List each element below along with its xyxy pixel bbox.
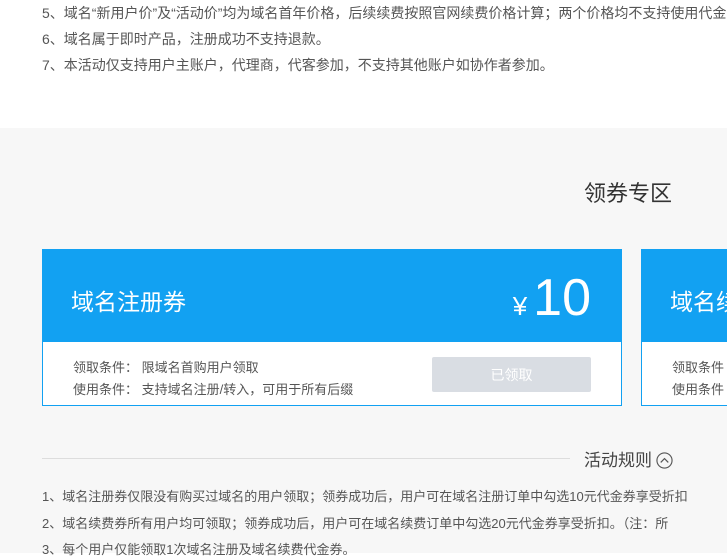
activity-rule-item-2: 2、域名续费券所有用户均可领取；领券成功后，用户可在域名续费订单中勾选20元代金… [42, 516, 669, 531]
coupon-card-header: 域名续 [642, 250, 727, 347]
coupon-value: 10 [533, 269, 591, 327]
domain-renewal-coupon-card: 域名续 领取条件 使用条件 [641, 249, 727, 406]
activity-rules-label: 活动规则 [584, 451, 652, 470]
coupon-title: 域名续 [670, 289, 727, 315]
divider [42, 458, 570, 459]
activity-rules-toggle[interactable]: 活动规则 [584, 446, 673, 471]
rule-item-7: 7、本活动仅支持用户主账户，代理商，代客参加，不支持其他账户如协作者参加。 [42, 57, 554, 73]
activity-rule-item-1: 1、域名注册券仅限没有购买过域名的用户领取；领券成功后，用户可在域名注册订单中勾… [42, 489, 688, 504]
claimed-button[interactable]: 已领取 [432, 357, 591, 392]
coupon-title: 域名注册券 [71, 289, 186, 315]
use-condition: 使用条件： 支持域名注册/转入，可用于所有后缀 [73, 382, 354, 397]
chevron-up-circle-icon [656, 452, 673, 469]
top-rules-section: 5、域名“新用户价”及“活动价”均为域名首年价格，后续续费按照官网续费价格计算；… [0, 0, 727, 128]
rule-item-5: 5、域名“新用户价”及“活动价”均为域名首年价格，后续续费按照官网续费价格计算；… [42, 5, 727, 21]
rule-item-6: 6、域名属于即时产品，注册成功不支持退款。 [42, 31, 330, 47]
coupon-card-header: 域名注册券 ¥10 [43, 250, 621, 347]
claim-condition: 领取条件 [672, 360, 725, 375]
coupon-amount: ¥10 [513, 268, 591, 328]
domain-registration-coupon-card: 域名注册券 ¥10 领取条件： 限域名首购用户领取 使用条件： 支持域名注册/转… [42, 249, 622, 406]
use-condition: 使用条件 [672, 382, 725, 397]
coupon-zone-title: 领券专区 [584, 181, 673, 206]
claim-condition: 领取条件： 限域名首购用户领取 [73, 360, 259, 375]
activity-rules-header: 活动规则 [42, 446, 727, 470]
activity-rule-item-3: 3、每个用户仅能领取1次域名注册及域名续费代金券。 [42, 542, 356, 557]
currency-symbol: ¥ [512, 291, 528, 321]
coupon-zone: 领券专区 域名注册券 ¥10 领取条件： 限域名首购用户领取 使用条件： 支持域… [0, 128, 727, 557]
